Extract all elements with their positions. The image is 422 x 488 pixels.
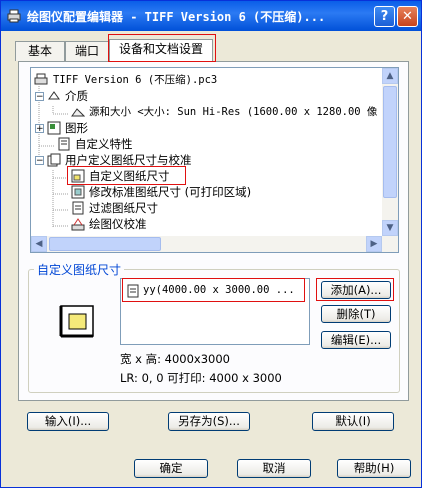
scroll-corner <box>382 236 398 252</box>
help-title-button[interactable]: ? <box>374 6 395 27</box>
printable-area-info: LR: 0, 0 可打印: 4000 x 3000 <box>120 371 282 385</box>
custom-paper-list[interactable]: yy(4000.00 x 3000.00 ... <box>120 278 310 345</box>
default-button[interactable]: 默认(I) <box>312 412 394 431</box>
list-item-label: yy(4000.00 x 3000.00 ... <box>143 284 295 296</box>
save-as-button[interactable]: 另存为(S)... <box>168 412 250 431</box>
tab-device-document-settings[interactable]: 设备和文档设置 <box>109 39 213 62</box>
edit-button[interactable]: 编辑(E)... <box>321 331 391 349</box>
tree-item-label: 修改标准图纸尺寸 (可打印区域) <box>89 185 252 199</box>
scroll-right-icon[interactable]: ▶ <box>366 236 382 252</box>
title-bar[interactable]: 绘图仪配置编辑器 - TIFF Version 6 (不压缩)... ? ✕ <box>1 1 421 31</box>
tree-item-label: TIFF Version 6 (不压缩).pc3 <box>53 74 218 86</box>
horizontal-scroll-thumb[interactable] <box>49 237 161 251</box>
scroll-up-icon[interactable]: ▲ <box>382 68 398 84</box>
scroll-left-icon[interactable]: ◀ <box>31 236 47 252</box>
media-source-icon <box>71 108 85 117</box>
tree-item-label: 自定义特性 <box>75 137 133 151</box>
expand-icon[interactable]: + <box>35 124 44 134</box>
paper-size-info: 宽 x 高: 4000x3000 <box>120 352 230 366</box>
scroll-down-icon[interactable]: ▼ <box>382 220 398 236</box>
import-button[interactable]: 输入(I)... <box>27 412 109 431</box>
graphics-icon <box>47 121 61 135</box>
paper-icon <box>127 284 139 298</box>
plotter-app-icon <box>7 9 21 23</box>
collapse-icon[interactable]: − <box>35 92 44 102</box>
close-title-button[interactable]: ✕ <box>397 6 418 27</box>
calibration-icon <box>71 218 85 231</box>
media-icon <box>48 91 60 100</box>
custom-paper-group-title: 自定义图纸尺寸 <box>34 261 125 278</box>
window-title: 绘图仪配置编辑器 - TIFF Version 6 (不压缩)... <box>27 10 326 24</box>
tree-item-label: 用户定义图纸尺寸与校准 <box>65 153 192 167</box>
custom-paper-size-icon <box>59 305 94 338</box>
plotter-config-editor-window: 绘图仪配置编辑器 - TIFF Version 6 (不压缩)... ? ✕ 基… <box>0 0 422 488</box>
tab-ports[interactable]: 端口 <box>65 41 109 61</box>
help-button[interactable]: 帮助(H) <box>337 459 411 478</box>
paper-stack-icon <box>47 153 61 167</box>
vertical-scroll-thumb[interactable] <box>383 86 397 198</box>
tree-item-label: 图形 <box>65 121 88 135</box>
tab-basic[interactable]: 基本 <box>15 41 65 61</box>
collapse-icon[interactable]: − <box>35 156 44 166</box>
tree-item-label: 自定义图纸尺寸 <box>89 169 170 183</box>
add-button[interactable]: 添加(A)... <box>321 281 391 299</box>
properties-icon <box>58 137 70 151</box>
tree-item-label: 绘图仪校准 <box>89 217 147 231</box>
settings-tree[interactable]: TIFF Version 6 (不压缩).pc3 − 介质 源和大小 <大小: … <box>30 67 399 253</box>
tree-horizontal-scrollbar[interactable]: ◀ ▶ <box>31 236 382 252</box>
tree-item-label: 过滤图纸尺寸 <box>89 201 158 215</box>
filter-paper-icon <box>72 201 84 215</box>
tree-item-label: 源和大小 <大小: Sun Hi-Res (1600.00 x 1280.00 … <box>89 106 378 118</box>
modify-paper-icon <box>71 185 85 199</box>
tree-item-label: 介质 <box>65 89 88 103</box>
custom-paper-icon <box>71 169 85 183</box>
ok-button[interactable]: 确定 <box>134 459 208 478</box>
cancel-button[interactable]: 取消 <box>237 459 311 478</box>
delete-button[interactable]: 删除(T) <box>321 305 391 323</box>
plotter-file-icon <box>34 73 48 85</box>
tree-vertical-scrollbar[interactable]: ▲ ▼ <box>382 68 398 236</box>
